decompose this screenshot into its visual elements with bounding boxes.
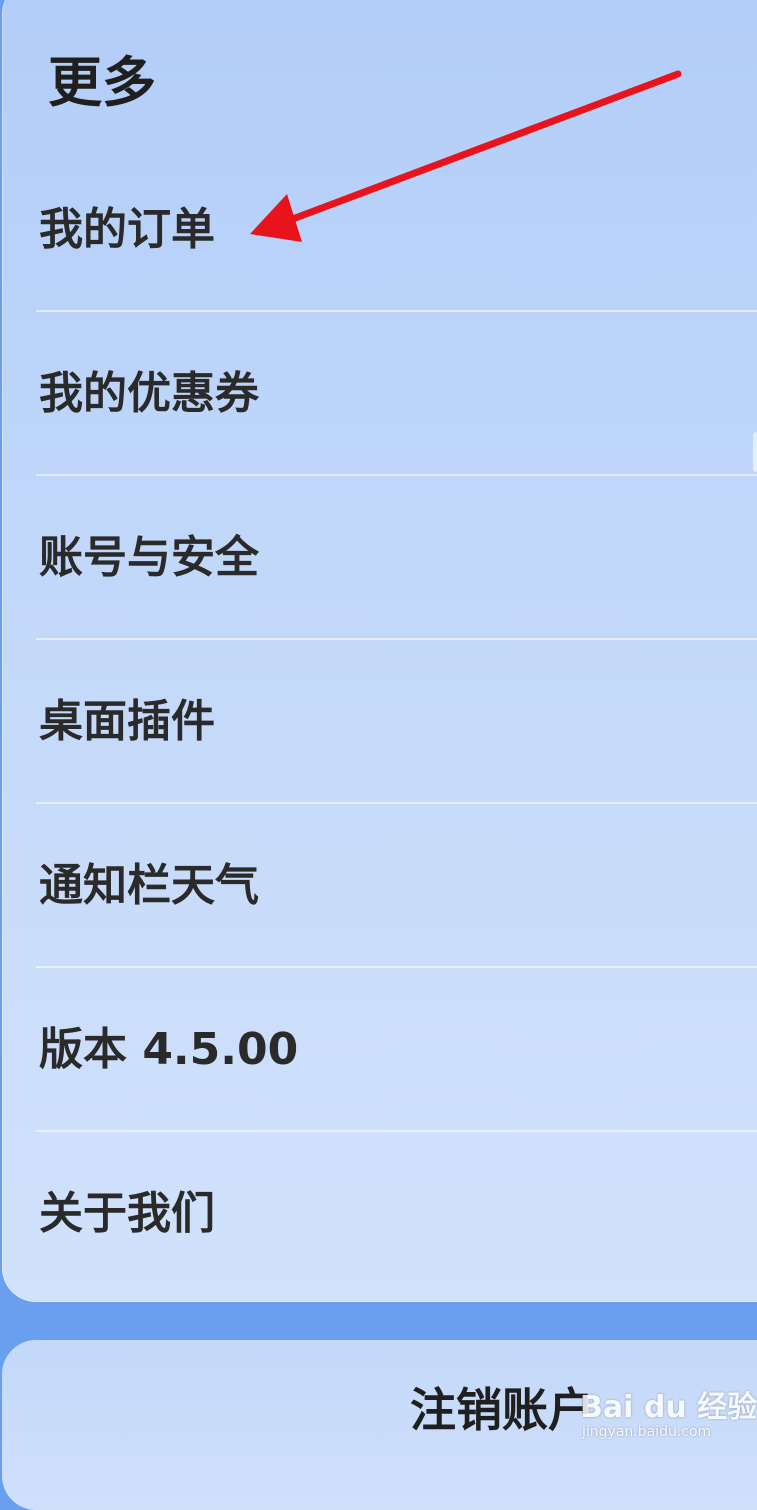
scroll-indicator: [753, 432, 757, 472]
menu-item-label: 通知栏天气: [39, 860, 259, 911]
menu-item-about-us[interactable]: 关于我们: [36, 1132, 757, 1296]
menu-item-label: 桌面插件: [39, 696, 215, 747]
watermark-logo: Bai du 经验: [580, 1390, 757, 1425]
menu-item-label: 关于我们: [39, 1188, 215, 1239]
menu-item-notification-weather[interactable]: 通知栏天气: [36, 804, 757, 968]
menu-item-version[interactable]: 版本 4.5.00: [36, 968, 757, 1132]
section-title: 更多: [48, 51, 156, 114]
menu-item-coupons[interactable]: 我的优惠券: [36, 312, 757, 476]
baidu-jingyan-watermark: Bai du 经验 jingyan.baidu.com: [580, 1378, 757, 1448]
menu-item-account-security[interactable]: 账号与安全: [36, 476, 757, 640]
logout-account-label: 注销账户: [410, 1383, 594, 1437]
watermark-url: jingyan.baidu.com: [582, 1424, 712, 1440]
menu-item-desktop-widget[interactable]: 桌面插件: [36, 640, 757, 804]
menu-item-label: 账号与安全: [39, 532, 259, 583]
menu-list: 我的订单 我的优惠券 账号与安全 桌面插件 通知栏天气 版本 4.5.00 关于…: [0, 148, 757, 1296]
menu-item-label: 我的优惠券: [39, 368, 259, 419]
menu-item-orders[interactable]: 我的订单: [36, 148, 757, 312]
menu-item-label: 版本 4.5.00: [39, 1024, 299, 1075]
menu-item-label: 我的订单: [39, 204, 215, 255]
